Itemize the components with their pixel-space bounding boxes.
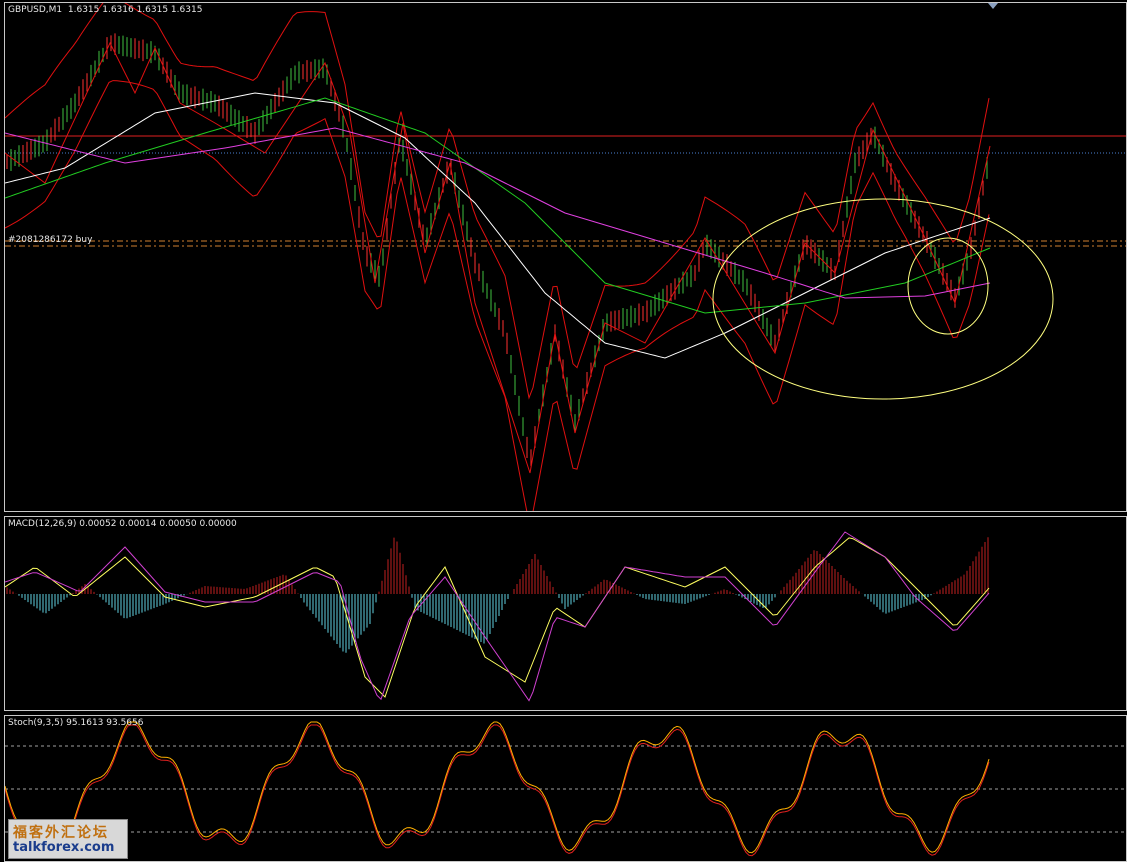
stoch-signal-line [5, 724, 990, 857]
stoch-main-line [5, 721, 990, 854]
watermark-logo: 福客外汇论坛 talkforex.com [8, 819, 128, 859]
stochastic-pane[interactable]: Stoch(9,3,5) 95.1613 93.5656 福客外汇论坛 talk… [4, 715, 1127, 862]
watermark-chinese-text: 福客外汇论坛 [13, 825, 109, 841]
annotation-ellipse-large [712, 198, 1054, 400]
watermark-url: talkforex.com [13, 840, 115, 855]
chart-shift-marker-icon[interactable] [988, 3, 998, 9]
macd-chart [5, 531, 990, 702]
macd-pane[interactable]: MACD(12,26,9) 0.00052 0.00014 0.00050 0.… [4, 516, 1127, 711]
bollinger-upper [5, 3, 990, 400]
price-chart [5, 3, 1126, 511]
price-chart-pane[interactable]: GBPUSD,M1 1.6315 1.6316 1.6315 1.6315 #2… [4, 2, 1127, 512]
stochastic-chart [5, 721, 1126, 857]
stochastic-label: Stoch(9,3,5) 95.1613 93.5656 [8, 718, 144, 728]
zigzag-line [5, 41, 991, 474]
macd-label: MACD(12,26,9) 0.00052 0.00014 0.00050 0.… [8, 519, 237, 529]
macd-main-line [5, 531, 990, 702]
macd-signal-line [5, 537, 990, 698]
ma-white [5, 92, 991, 359]
order-label: #2081286172 buy [8, 235, 93, 245]
symbol-label: GBPUSD,M1 1.6315 1.6316 1.6315 1.6315 [8, 5, 203, 15]
